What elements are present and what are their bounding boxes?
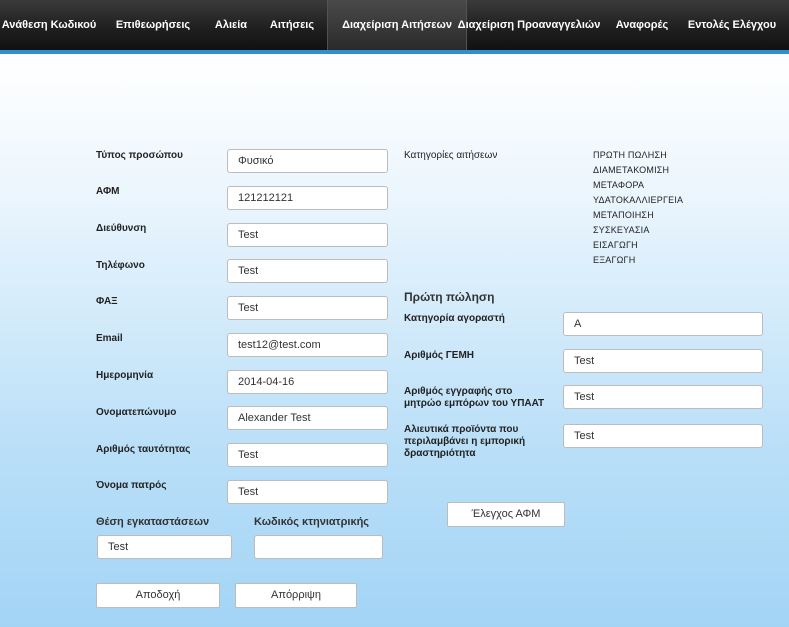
label-installation-position: Θέση εγκαταστάσεων <box>96 516 210 528</box>
category-item: ΔΙΑΜΕΤΑΚΟΜΙΣΗ <box>593 165 670 175</box>
fishery-products-field[interactable] <box>563 424 763 448</box>
label-person-type: Τύπος προσώπου <box>96 150 183 161</box>
category-item: ΕΞΑΓΩΓΗ <box>593 255 636 265</box>
label-address: Διεύθυνση <box>96 223 147 234</box>
person-type-field[interactable] <box>227 149 388 173</box>
address-field[interactable] <box>227 223 388 247</box>
merchant-registry-number-field[interactable] <box>563 385 763 409</box>
label-father-name: Όνομα πατρός <box>96 480 167 491</box>
nav-item-inspections[interactable]: Επιθεωρήσεις <box>116 0 190 50</box>
category-item: ΣΥΣΚΕΥΑΣΙΑ <box>593 225 650 235</box>
label-full-name: Ονοματεπώνυμο <box>96 407 177 418</box>
afm-field[interactable] <box>227 186 388 210</box>
label-fax: ΦΑΞ <box>96 296 118 307</box>
label-vet-code: Κωδικός κτηνιατρικής <box>254 516 370 528</box>
label-email: Email <box>96 333 123 344</box>
first-sale-title: Πρώτη πώληση <box>404 290 495 304</box>
nav-item-manage-preannouncements[interactable]: Διαχείριση Προαναγγελιών <box>458 0 601 50</box>
label-gemi-number: Αριθμός ΓΕΜΗ <box>404 350 475 361</box>
label-fishery-products: Αλιευτικά προϊόντα που περιλαμβάνει η εμ… <box>404 424 526 459</box>
top-nav-bar: Ανάθεση Κωδικού Επιθεωρήσεις Αλιεία Αιτή… <box>0 0 789 54</box>
nav-item-code-assignment[interactable]: Ανάθεση Κωδικού <box>2 0 96 50</box>
label-phone: Τηλέφωνο <box>96 260 145 271</box>
father-name-field[interactable] <box>227 480 388 504</box>
label-date: Ημερομηνία <box>96 370 154 381</box>
nav-item-fishing[interactable]: Αλιεία <box>215 0 247 50</box>
label-buyer-category: Κατηγορία αγοραστή <box>404 313 505 324</box>
category-item: ΥΔΑΤΟΚΑΛΛΙΕΡΓΕΙΑ <box>593 195 684 205</box>
date-field[interactable] <box>227 370 388 394</box>
label-id-number: Αριθμός ταυτότητας <box>96 444 191 455</box>
check-afm-button[interactable]: Έλεγχος ΑΦΜ <box>447 502 565 527</box>
category-item: ΜΕΤΑΦΟΡΑ <box>593 180 645 190</box>
id-number-field[interactable] <box>227 443 388 467</box>
gemi-number-field[interactable] <box>563 349 763 373</box>
category-item: ΠΡΩΤΗ ΠΩΛΗΣΗ <box>593 150 667 160</box>
label-merchant-registry-number: Αριθμός εγγραφής στο μητρώο εμπόρων του … <box>404 386 545 409</box>
nav-item-applications[interactable]: Αιτήσεις <box>270 0 314 50</box>
nav-item-inspection-orders[interactable]: Εντολές Ελέγχου <box>688 0 776 50</box>
category-item: ΕΙΣΑΓΩΓΗ <box>593 240 638 250</box>
accept-button[interactable]: Αποδοχή <box>96 583 220 608</box>
installation-position-field[interactable] <box>97 535 232 559</box>
vet-code-field[interactable] <box>254 535 383 559</box>
label-application-categories: Κατηγορίες αιτήσεων <box>404 150 498 161</box>
buyer-category-field[interactable] <box>563 312 763 336</box>
fax-field[interactable] <box>227 296 388 320</box>
full-name-field[interactable] <box>227 406 388 430</box>
label-afm: ΑΦΜ <box>96 186 120 197</box>
nav-item-manage-applications[interactable]: Διαχείριση Αιτήσεων <box>327 0 467 50</box>
reject-button[interactable]: Απόρριψη <box>235 583 357 608</box>
category-item: ΜΕΤΑΠΟΙΗΣΗ <box>593 210 654 220</box>
phone-field[interactable] <box>227 259 388 283</box>
email-field[interactable] <box>227 333 388 357</box>
nav-item-reports[interactable]: Αναφορές <box>616 0 669 50</box>
